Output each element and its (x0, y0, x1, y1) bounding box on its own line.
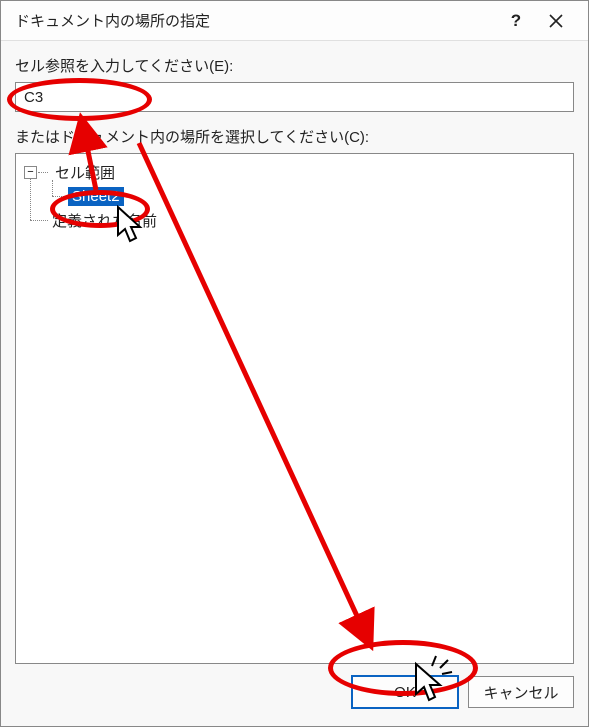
help-button[interactable]: ? (496, 2, 536, 40)
cancel-button[interactable]: キャンセル (468, 676, 574, 708)
tree-node-defined-names[interactable]: 定義された名前 (24, 208, 565, 232)
cell-ref-label: セル参照を入力してください(E): (15, 55, 574, 76)
tree-label-sheet: Sheet2 (68, 187, 124, 206)
tree-label-defined-names: 定義された名前 (48, 209, 161, 232)
location-tree[interactable]: − セル範囲 Sheet2 定義された名前 (15, 153, 574, 664)
close-icon (549, 14, 563, 28)
tree-children: Sheet2 (46, 184, 565, 208)
close-button[interactable] (536, 2, 576, 40)
cell-ref-input[interactable] (15, 82, 574, 112)
titlebar: ドキュメント内の場所の指定 ? (1, 1, 588, 41)
dialog-content: セル参照を入力してください(E): またはドキュメント内の場所を選択してください… (1, 41, 588, 676)
doc-place-label: またはドキュメント内の場所を選択してください(C): (15, 126, 574, 147)
dialog-place-in-document: ドキュメント内の場所の指定 ? セル参照を入力してください(E): またはドキュ… (0, 0, 589, 727)
tree-node-cell-range[interactable]: − セル範囲 (24, 160, 565, 184)
tree-label-cell-range: セル範囲 (51, 161, 119, 184)
dialog-title: ドキュメント内の場所の指定 (15, 10, 496, 31)
ok-button[interactable]: OK (352, 676, 458, 708)
tree-node-sheet[interactable]: Sheet2 (46, 184, 565, 208)
button-row: OK キャンセル (1, 676, 588, 726)
tree-expander-icon[interactable]: − (24, 166, 37, 179)
tree-root: − セル範囲 Sheet2 定義された名前 (24, 160, 565, 232)
